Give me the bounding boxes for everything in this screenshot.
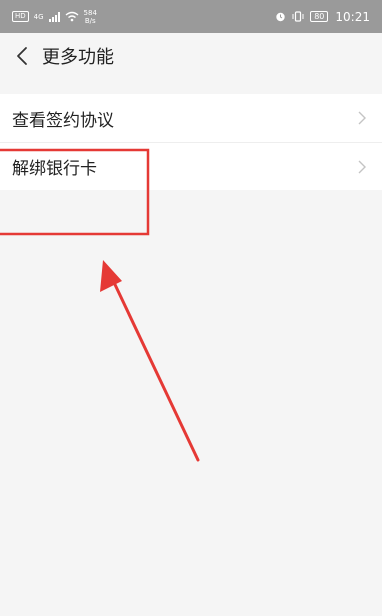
speed-value: 584 [83, 8, 97, 17]
status-right: 80 10:21 [275, 10, 370, 24]
network-speed: 584 B/s [84, 9, 97, 25]
header: 更多功能 [0, 33, 382, 79]
chevron-right-icon [358, 160, 366, 173]
hd-badge: HD [12, 11, 29, 22]
clock: 10:21 [335, 9, 370, 24]
network-type-label: 4G [33, 12, 44, 21]
status-bar: HD 4G 584 B/s 80 10:21 [0, 0, 382, 33]
battery-icon: 80 [310, 11, 329, 22]
list-item-label: 解绑银行卡 [12, 159, 97, 179]
signal-icon [48, 11, 60, 22]
list-item-view-agreement[interactable]: 查看签约协议 [0, 94, 382, 142]
arrow-annotation [100, 260, 200, 462]
chevron-right-icon [358, 111, 366, 125]
chevron-left-icon[interactable] [2, 33, 42, 79]
status-left: HD 4G 584 B/s [12, 9, 97, 25]
list-item-label: 查看签约协议 [12, 110, 114, 131]
list-item-unbind-bank-card[interactable]: 解绑银行卡 [0, 142, 382, 190]
wifi-icon [65, 11, 78, 22]
speed-unit: B/s [84, 16, 96, 25]
vibrate-icon [292, 11, 304, 22]
alarm-icon [276, 12, 285, 22]
settings-list: 查看签约协议 解绑银行卡 [0, 94, 382, 190]
annotation-overlay [0, 148, 200, 462]
page-title: 更多功能 [42, 47, 114, 68]
